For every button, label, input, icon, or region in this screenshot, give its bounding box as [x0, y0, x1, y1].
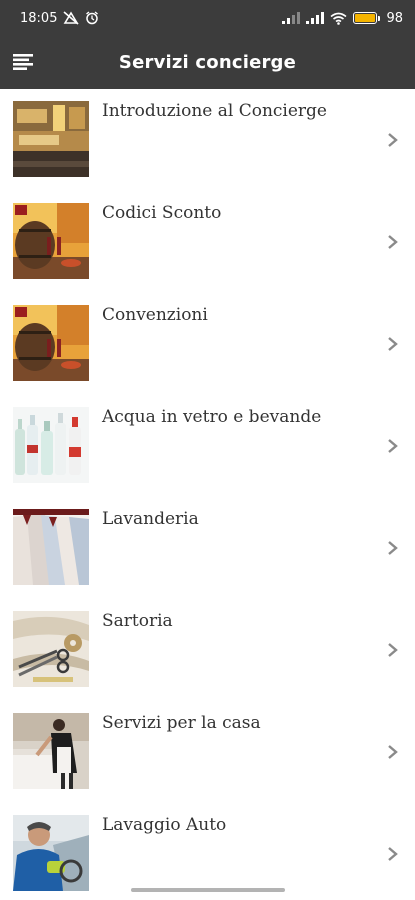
status-right: 98: [282, 11, 403, 26]
services-list: Introduzione al Concierge Codici Sconto: [0, 89, 415, 900]
menu-button[interactable]: [6, 44, 42, 80]
chevron-right-icon: [385, 641, 401, 659]
list-item-label: Sartoria: [102, 611, 173, 631]
status-left: 18:05: [20, 11, 99, 26]
housekeeping-image: [13, 713, 89, 789]
chevron-right-icon: [385, 233, 401, 251]
status-time: 18:05: [20, 10, 58, 26]
list-item-label: Introduzione al Concierge: [102, 101, 327, 121]
list-item-label: Codici Sconto: [102, 203, 222, 223]
home-indicator[interactable]: [131, 888, 285, 892]
water-bottles-image: [13, 407, 89, 483]
list-item-servizi-casa[interactable]: Servizi per la casa: [0, 701, 415, 803]
no-data-icon: [63, 11, 79, 25]
list-item-label: Convenzioni: [102, 305, 208, 325]
app-bar: Servizi concierge: [0, 36, 415, 89]
list-item-introduzione[interactable]: Introduzione al Concierge: [0, 89, 415, 191]
list-item-label: Lavaggio Auto: [102, 815, 227, 835]
chevron-right-icon: [385, 743, 401, 761]
battery-icon: [353, 12, 381, 24]
wine-barrel-image: [13, 305, 89, 381]
car-wash-image: [13, 815, 89, 891]
status-bar: 18:05 98: [0, 0, 415, 36]
list-item-acqua[interactable]: Acqua in vetro e bevande: [0, 395, 415, 497]
list-item-label: Acqua in vetro e bevande: [102, 407, 322, 427]
tailor-tools-image: [13, 611, 89, 687]
concierge-desk-image: [13, 101, 89, 177]
wifi-icon: [330, 12, 347, 25]
chevron-right-icon: [385, 845, 401, 863]
list-item-sartoria[interactable]: Sartoria: [0, 599, 415, 701]
list-item-lavanderia[interactable]: Lavanderia: [0, 497, 415, 599]
list-item-lavaggio-auto[interactable]: Lavaggio Auto: [0, 803, 415, 900]
signal-icon: [306, 12, 325, 24]
alarm-icon: [85, 11, 99, 25]
page-title: Servizi concierge: [118, 52, 297, 73]
menu-icon: [13, 54, 33, 70]
list-item-convenzioni[interactable]: Convenzioni: [0, 293, 415, 395]
battery-percent: 98: [386, 10, 403, 26]
signal-icon: [282, 12, 301, 24]
shirts-on-hangers-image: [13, 509, 89, 585]
list-item-codici-sconto[interactable]: Codici Sconto: [0, 191, 415, 293]
chevron-right-icon: [385, 335, 401, 353]
list-item-label: Servizi per la casa: [102, 713, 261, 733]
list-item-label: Lavanderia: [102, 509, 199, 529]
chevron-right-icon: [385, 437, 401, 455]
chevron-right-icon: [385, 131, 401, 149]
chevron-right-icon: [385, 539, 401, 557]
wine-barrel-image: [13, 203, 89, 279]
